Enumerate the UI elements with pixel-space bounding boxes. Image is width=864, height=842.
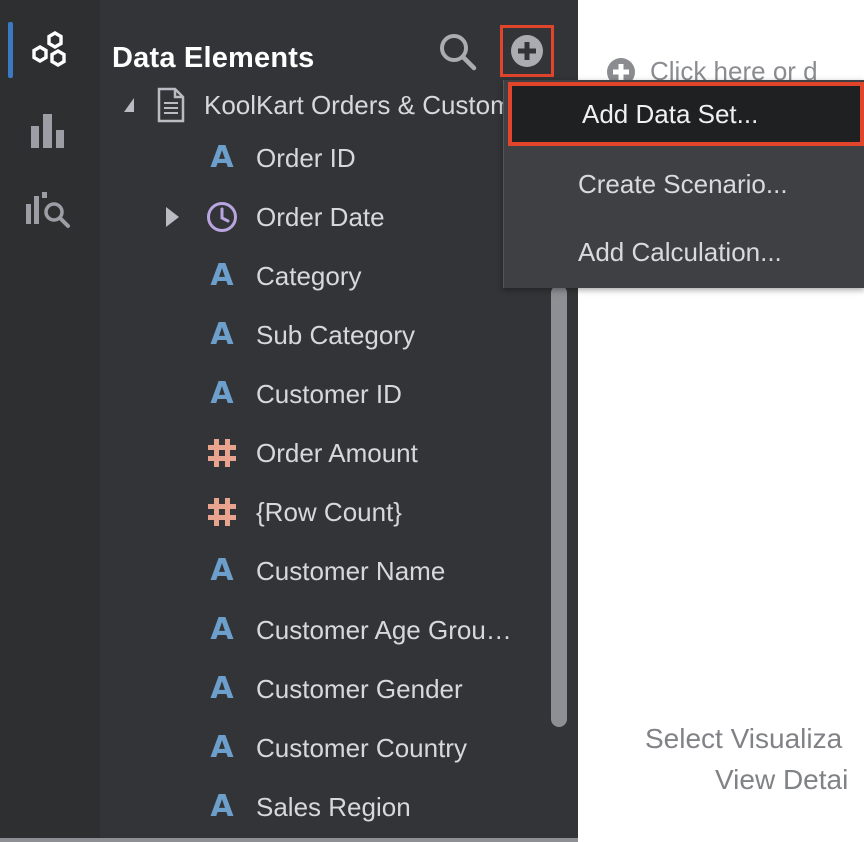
plus-circle-icon: [511, 35, 543, 67]
tree-item-label: Sales Region: [256, 791, 411, 822]
panel-title: Data Elements: [112, 42, 315, 74]
tree-item-sub-category[interactable]: A Sub Category: [200, 307, 640, 363]
tree-item-sales-region[interactable]: A Sales Region: [200, 779, 640, 835]
tree-item-label: {Row Count}: [256, 496, 402, 527]
tree-item-row-count[interactable]: {Row Count}: [200, 484, 640, 540]
data-elements-icon: [32, 31, 66, 67]
chart-search-icon: [26, 192, 70, 228]
attribute-a-icon: A: [210, 553, 234, 588]
tree-item-label: Category: [256, 260, 362, 291]
canvas-placeholder-text: Select Visualiza View Detai: [645, 718, 848, 800]
tree-item-order-amount[interactable]: Order Amount: [200, 425, 640, 481]
attribute-a-icon: A: [210, 376, 234, 411]
attribute-a-icon: A: [210, 140, 234, 175]
tree-item-customer-gender[interactable]: A Customer Gender: [200, 661, 640, 717]
tree-item-label: Order Amount: [256, 437, 418, 468]
tree-item-customer-age-group[interactable]: A Customer Age Grou…: [200, 602, 640, 658]
tree-item-label: Customer Country: [256, 732, 467, 763]
panel-bottom-divider: [0, 838, 578, 842]
expand-triangle-icon[interactable]: [166, 207, 179, 227]
document-icon: [156, 87, 186, 123]
menu-item-label: Create Scenario...: [578, 168, 788, 199]
tree-item-customer-id[interactable]: A Customer ID: [200, 366, 640, 422]
attribute-a-icon: A: [210, 317, 234, 352]
tree-item-customer-country[interactable]: A Customer Country: [200, 720, 640, 776]
rail-visualizations-button[interactable]: [22, 104, 74, 156]
tree-item-label: Customer ID: [256, 378, 402, 409]
rail-analytics-button[interactable]: [22, 184, 74, 236]
rail-data-button[interactable]: [22, 24, 74, 76]
active-tab-indicator: [8, 22, 13, 78]
dataset-label: KoolKart Orders & Customers: [204, 89, 540, 120]
tree-item-label: Order Date: [256, 201, 385, 232]
tree-item-label: Customer Age Grou…: [256, 614, 512, 645]
attribute-a-icon: A: [210, 730, 234, 765]
icon-rail: [0, 0, 100, 842]
attribute-a-icon: A: [210, 258, 234, 293]
hash-icon: [206, 437, 238, 469]
attribute-a-icon: A: [210, 789, 234, 824]
bar-chart-icon: [31, 114, 64, 148]
search-icon: [440, 34, 477, 71]
clock-icon: [206, 201, 238, 233]
tree-item-customer-name[interactable]: A Customer Name: [200, 543, 640, 599]
menu-item-add-calculation[interactable]: Add Calculation...: [504, 220, 864, 284]
collapse-triangle-icon[interactable]: [124, 98, 134, 112]
add-button[interactable]: [500, 25, 554, 77]
search-button[interactable]: [436, 30, 480, 74]
attribute-a-icon: A: [210, 612, 234, 647]
tree-item-label: Customer Gender: [256, 673, 463, 704]
dataset-node[interactable]: KoolKart Orders & Customers: [120, 82, 540, 128]
menu-item-label: Add Calculation...: [578, 236, 782, 267]
attribute-a-icon: A: [210, 671, 234, 706]
tree-item-label: Order ID: [256, 142, 356, 173]
menu-item-create-scenario[interactable]: Create Scenario...: [504, 152, 864, 216]
placeholder-line-1: Select Visualiza: [645, 723, 843, 754]
menu-item-label: Add Data Set...: [582, 98, 759, 129]
menu-item-add-data-set[interactable]: Add Data Set...: [508, 82, 864, 146]
add-menu: Add Data Set... Create Scenario... Add C…: [503, 80, 864, 288]
tree-item-label: Customer Name: [256, 555, 446, 586]
tree-item-label: Sub Category: [256, 319, 415, 350]
panel-scrollbar[interactable]: [551, 285, 567, 727]
hash-icon: [206, 496, 238, 528]
placeholder-line-2: View Detai: [715, 764, 849, 795]
